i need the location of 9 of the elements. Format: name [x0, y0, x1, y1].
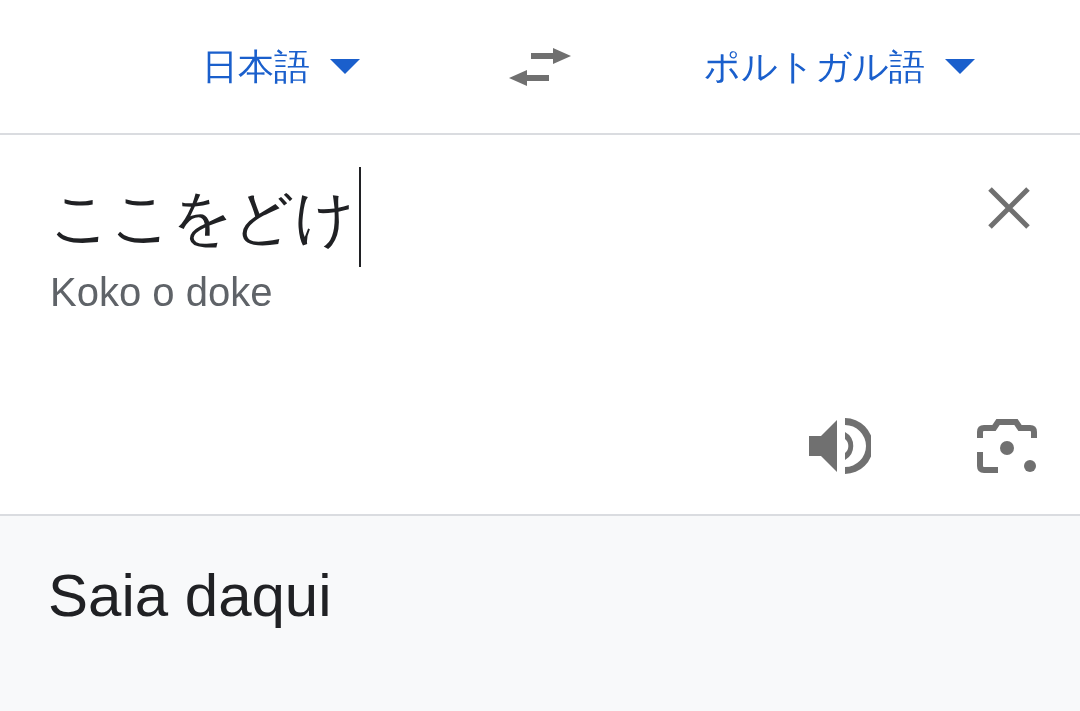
source-language-button[interactable]: 日本語 [145, 39, 360, 94]
romanization-text: Koko o doke [50, 269, 273, 316]
translation-text: Saia daqui [48, 561, 332, 631]
camera-icon[interactable] [976, 416, 1038, 476]
speaker-icon[interactable] [809, 416, 871, 476]
dropdown-caret-icon [329, 58, 360, 75]
target-language-button[interactable]: ポルトガル語 [680, 39, 975, 94]
dropdown-caret-icon [945, 58, 975, 75]
input-field[interactable]: ここをどけ [50, 167, 361, 267]
